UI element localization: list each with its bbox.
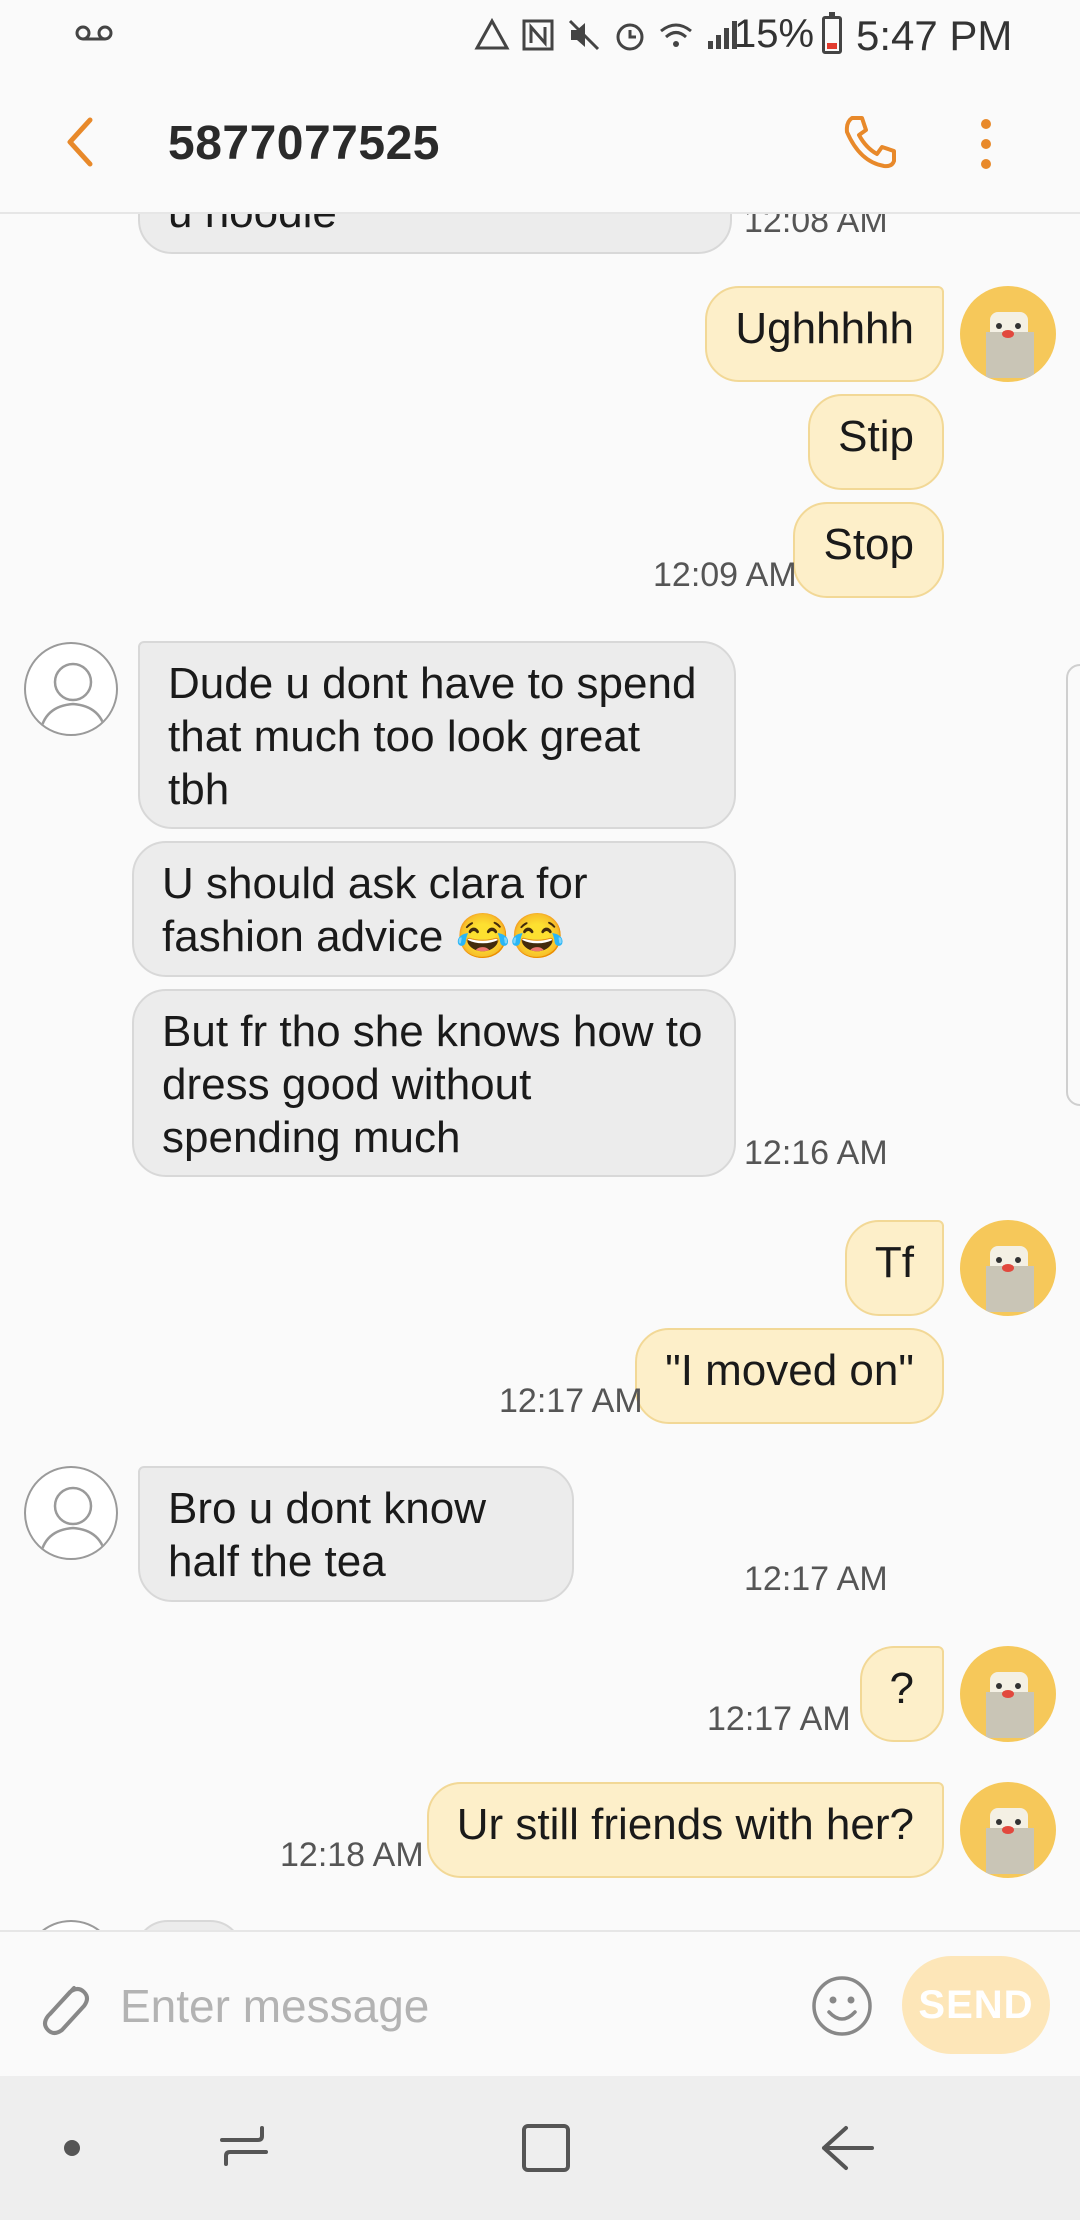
message-input[interactable]	[120, 1966, 780, 2046]
my-avatar	[960, 286, 1056, 382]
battery-percent: 15%	[734, 12, 815, 56]
toast-avatar-icon	[986, 312, 1034, 378]
recent-apps-icon[interactable]	[212, 2116, 276, 2180]
contact-avatar	[24, 1466, 118, 1560]
more-options-icon[interactable]	[966, 114, 1006, 174]
voicemail-icon	[75, 25, 113, 41]
contact-title[interactable]: 5877077525	[168, 116, 440, 171]
message-timestamp: 12:17 AM	[707, 1700, 851, 1738]
send-button[interactable]: SEND	[902, 1956, 1050, 2054]
message-bubble-outgoing[interactable]: Tf	[844, 1220, 944, 1316]
toast-avatar-icon	[986, 1672, 1034, 1738]
message-bubble-incoming[interactable]: Bro u dont know half the tea	[138, 1466, 574, 1602]
wifi-icon	[660, 23, 692, 47]
message-list[interactable]: u noodle 12:08 AM Ughhhhh Stip Stop 12:0…	[0, 214, 1080, 1930]
back-arrow-icon[interactable]	[56, 110, 106, 174]
message-text: Tf	[874, 1238, 914, 1287]
home-icon[interactable]	[516, 2116, 576, 2180]
message-bubble-outgoing[interactable]: Ughhhhh	[705, 286, 944, 382]
conversation-header: 5877077525	[0, 70, 1080, 214]
message-text: Ur still friends with her?	[456, 1800, 914, 1849]
message-text: Bro u dont know half the tea	[168, 1484, 486, 1586]
nfc-icon	[522, 19, 554, 51]
message-bubble-outgoing[interactable]: Ur still friends with her?	[426, 1782, 944, 1878]
message-text: ?	[889, 1664, 914, 1713]
message-bubble-incoming[interactable]: u noodle	[138, 214, 732, 254]
message-bubble-outgoing[interactable]: "I moved on"	[635, 1328, 944, 1424]
message-bubble-incoming[interactable]	[134, 1920, 244, 1930]
message-timestamp: 12:17 AM	[499, 1382, 643, 1420]
message-text: U should ask clara for fashion advice 😂😂	[162, 859, 588, 961]
mute-icon	[568, 19, 600, 51]
message-timestamp: 12:09 AM	[653, 556, 797, 594]
my-avatar	[960, 1220, 1056, 1316]
nav-dot-icon[interactable]	[64, 2140, 80, 2156]
message-bubble-outgoing[interactable]: Stip	[808, 394, 944, 490]
message-timestamp: 12:18 AM	[280, 1836, 424, 1874]
phone-icon[interactable]	[838, 110, 902, 174]
compose-bar: SEND	[0, 1930, 1080, 2076]
message-bubble-incoming[interactable]: Dude u dont have to spend that much too …	[138, 641, 736, 829]
message-bubble-incoming[interactable]: U should ask clara for fashion advice 😂😂	[132, 841, 736, 977]
battery-icon	[822, 12, 842, 54]
message-text: "I moved on"	[665, 1346, 914, 1395]
message-bubble-incoming[interactable]: But fr tho she knows how to dress good w…	[132, 989, 736, 1177]
message-text: Stip	[838, 412, 914, 461]
message-text: u noodle	[168, 214, 337, 237]
status-icons	[474, 14, 740, 56]
toast-avatar-icon	[986, 1246, 1034, 1312]
message-text: Dude u dont have to spend that much too …	[168, 659, 697, 814]
alarm-icon	[616, 23, 644, 51]
my-avatar	[960, 1646, 1056, 1742]
toast-avatar-icon	[986, 1808, 1034, 1874]
person-icon	[38, 1486, 108, 1558]
message-bubble-outgoing[interactable]: ?	[859, 1646, 944, 1742]
scroll-handle[interactable]	[1066, 664, 1080, 1106]
message-text: Stop	[823, 520, 914, 569]
navigation-bar	[0, 2076, 1080, 2220]
contact-avatar	[24, 642, 118, 736]
status-time: 5:47 PM	[856, 12, 1013, 59]
message-text: But fr tho she knows how to dress good w…	[162, 1007, 703, 1162]
status-bar: 15% 5:47 PM	[0, 0, 1080, 70]
message-timestamp: 12:08 AM	[744, 214, 888, 240]
message-timestamp: 12:17 AM	[744, 1560, 888, 1598]
contact-avatar	[24, 1920, 118, 1930]
attach-icon[interactable]	[34, 1976, 94, 2040]
my-avatar	[960, 1782, 1056, 1878]
person-icon	[38, 662, 108, 734]
data-saver-icon	[474, 17, 510, 50]
nav-back-icon[interactable]	[816, 2116, 880, 2180]
message-timestamp: 12:16 AM	[744, 1134, 888, 1172]
emoji-icon[interactable]	[810, 1974, 874, 2038]
message-bubble-outgoing[interactable]: Stop	[793, 502, 944, 598]
message-text: Ughhhhh	[735, 304, 914, 353]
